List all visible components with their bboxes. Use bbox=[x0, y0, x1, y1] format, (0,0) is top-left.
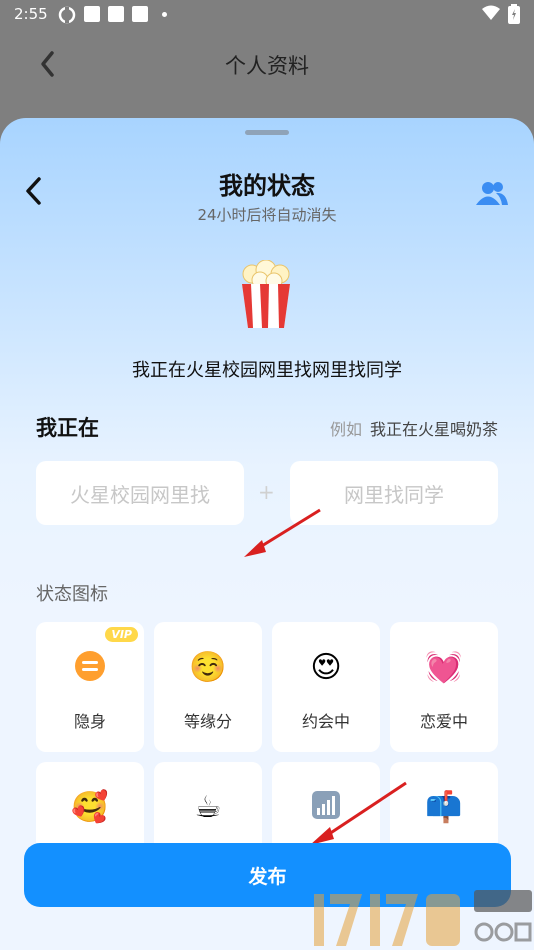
section-title: 我正在 bbox=[36, 416, 99, 440]
friends-icon[interactable] bbox=[476, 180, 508, 206]
tile-label: 等缘分 bbox=[183, 712, 232, 731]
example-label: 例如 bbox=[329, 420, 362, 439]
status-sheet: 我的状态 24小时后将自动消失 我正在火星校园网里找网里找同学 我正在 例如 我正… bbox=[0, 118, 534, 950]
notification-icon bbox=[108, 6, 124, 22]
status-icon-tile[interactable]: VIP 隐身 bbox=[36, 622, 144, 752]
notification-icon bbox=[84, 6, 100, 22]
status-icon-tile[interactable]: 😍 约会中 bbox=[272, 622, 380, 752]
current-status-text: 我正在火星校园网里找网里找同学 bbox=[132, 360, 402, 381]
wifi-icon bbox=[482, 5, 500, 20]
popcorn-icon bbox=[242, 260, 290, 328]
more-notifications-icon bbox=[162, 12, 167, 17]
status-bar: 2:55 bbox=[0, 0, 534, 30]
smiling-face-hearts-icon: 🥰 bbox=[71, 790, 109, 825]
status-input-left-placeholder: 火星校园网里找 bbox=[70, 482, 210, 507]
status-time: 2:55 bbox=[14, 5, 48, 23]
annotation-arrow bbox=[244, 508, 321, 557]
page-title: 个人资料 bbox=[225, 54, 309, 78]
notification-icon bbox=[132, 6, 148, 22]
status-icon-tile[interactable]: 💓 恋爱中 bbox=[390, 622, 498, 752]
plus-separator: + bbox=[258, 480, 275, 504]
sheet-title: 我的状态 bbox=[219, 172, 315, 200]
annotation-arrow bbox=[310, 781, 407, 845]
watermark-logo bbox=[314, 890, 532, 946]
equals-icon bbox=[75, 651, 105, 681]
example-hint: 例如 我正在火星喝奶茶 bbox=[330, 416, 498, 440]
sheet-subtitle: 24小时后将自动消失 bbox=[197, 206, 337, 224]
tile-label: 隐身 bbox=[73, 712, 106, 731]
status-input-left[interactable]: 火星校园网里找 bbox=[36, 461, 244, 525]
coffee-icon: ☕ bbox=[194, 790, 222, 825]
icons-section-title: 状态图标 bbox=[36, 584, 108, 605]
battery-icon bbox=[508, 4, 520, 24]
sync-icon bbox=[58, 6, 76, 24]
tile-label: 约会中 bbox=[301, 712, 350, 731]
status-icon-tile[interactable]: ☺️ 等缘分 bbox=[154, 622, 262, 752]
top-nav: 个人资料 bbox=[0, 36, 534, 92]
beating-heart-icon: 💓 bbox=[425, 650, 463, 685]
vip-badge: VIP bbox=[105, 627, 138, 642]
tile-label: 恋爱中 bbox=[419, 712, 468, 731]
smiling-face-icon: ☺️ bbox=[189, 650, 227, 685]
drag-handle[interactable] bbox=[245, 130, 289, 135]
heart-eyes-icon: 😍 bbox=[310, 650, 342, 685]
status-input-right-placeholder: 网里找同学 bbox=[344, 482, 444, 507]
example-text: 我正在火星喝奶茶 bbox=[369, 420, 498, 439]
